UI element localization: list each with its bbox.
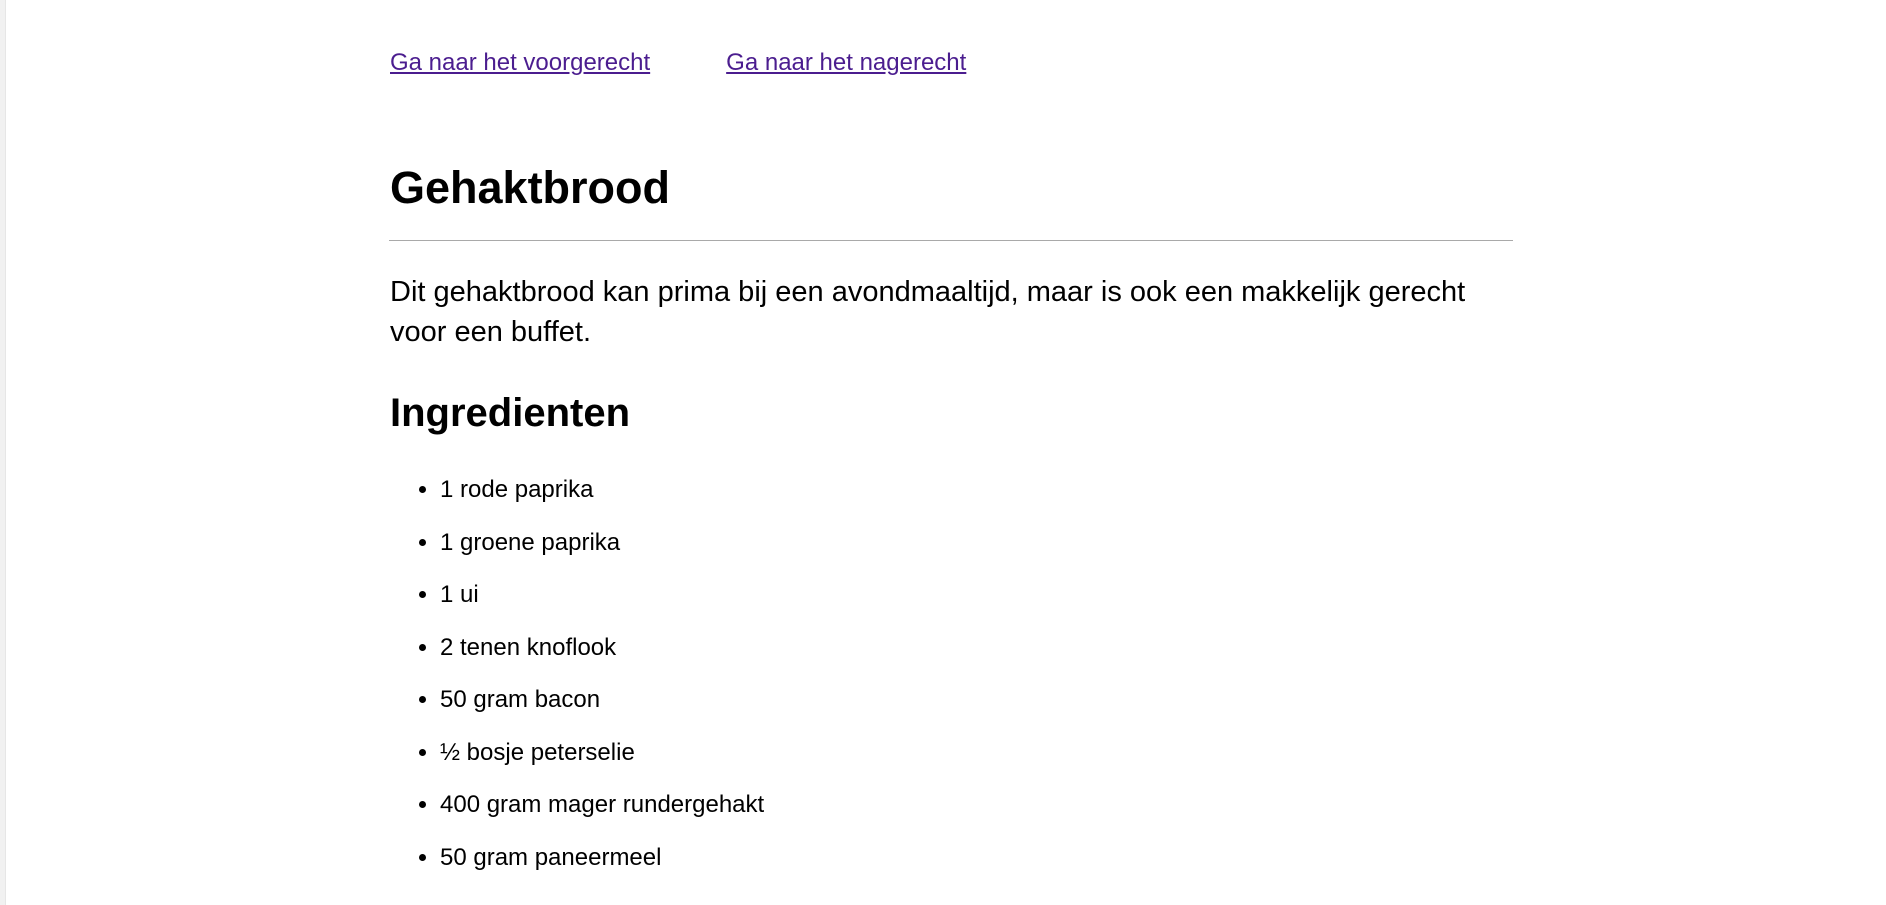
title-divider xyxy=(389,240,1513,241)
dessert-link[interactable]: Ga naar het nagerecht xyxy=(726,47,966,79)
ingredient-item: 1 groene paprika xyxy=(440,527,764,559)
recipe-title: Gehaktbrood xyxy=(390,162,671,213)
ingredient-item: 50 gram paneermeel xyxy=(440,842,764,874)
course-navigation: Ga naar het voorgerecht Ga naar het nage… xyxy=(390,47,966,79)
ingredients-list: 1 rode paprika 1 groene paprika 1 ui 2 t… xyxy=(390,474,764,894)
ingredients-heading: Ingredienten xyxy=(390,391,631,435)
ingredient-item: 2 tenen knoflook xyxy=(440,632,764,664)
recipe-intro: Dit gehaktbrood kan prima bij een avondm… xyxy=(390,276,1466,348)
ingredient-item: 1 rode paprika xyxy=(440,474,764,506)
ingredient-item: 400 gram mager rundergehakt xyxy=(440,789,764,821)
starter-link[interactable]: Ga naar het voorgerecht xyxy=(390,47,650,79)
ingredient-item: 1 ui xyxy=(440,579,764,611)
ingredient-item: ½ bosje peterselie xyxy=(440,737,764,769)
ingredient-item: 50 gram bacon xyxy=(440,684,764,716)
window-left-edge xyxy=(0,0,6,905)
